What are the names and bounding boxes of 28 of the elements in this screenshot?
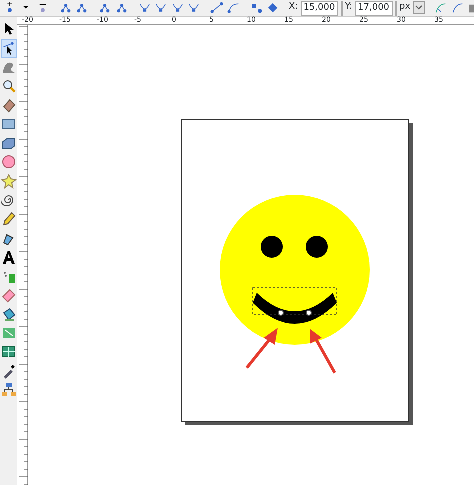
arrow: [310, 329, 336, 374]
circle-icon[interactable]: [0, 152, 16, 172]
star-icon[interactable]: [0, 172, 16, 190]
smooth-node-icon[interactable]: [154, 1, 168, 15]
x-field[interactable]: 15,000: [300, 0, 338, 16]
y-label: Y:: [345, 1, 353, 14]
clip-path-icon[interactable]: [434, 1, 448, 15]
symmetric-node-icon[interactable]: [170, 1, 184, 15]
arrow: [246, 328, 278, 369]
delete-segment-icon[interactable]: [114, 1, 128, 15]
pencil-icon[interactable]: [0, 210, 16, 228]
join-segment-icon[interactable]: [98, 1, 112, 15]
cusp-node-icon[interactable]: [138, 1, 152, 15]
mask-path-icon[interactable]: [450, 1, 465, 15]
node-edit-icon[interactable]: [0, 38, 16, 58]
node-handle[interactable]: [278, 310, 284, 316]
stroke-to-path-icon[interactable]: [266, 1, 280, 15]
unit-dropdown-icon[interactable]: [413, 0, 426, 16]
line-segment-icon[interactable]: [210, 1, 224, 15]
node-handle[interactable]: [306, 310, 312, 316]
join-nodes-icon[interactable]: [58, 1, 72, 15]
curve-segment-icon[interactable]: [226, 1, 240, 15]
unit-label: px: [400, 1, 411, 14]
auto-smooth-node-icon[interactable]: [187, 1, 201, 15]
x-label: X:: [289, 1, 298, 14]
break-path-icon[interactable]: [75, 1, 89, 15]
y-field[interactable]: 17,000: [355, 0, 393, 16]
object-to-path-icon[interactable]: [250, 1, 264, 15]
